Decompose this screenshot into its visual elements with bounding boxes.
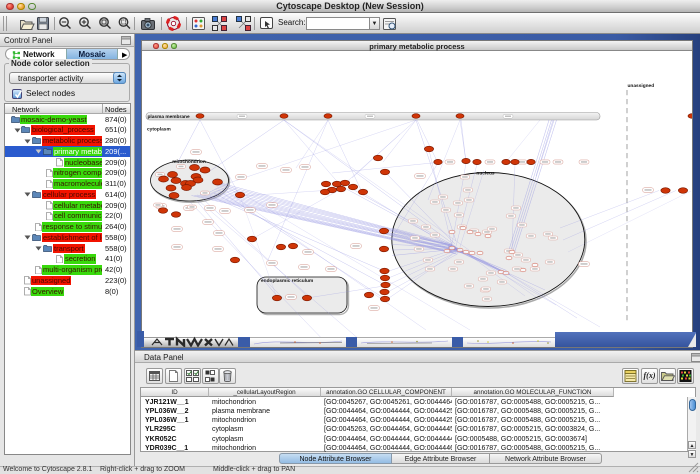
svg-text:unassigned: unassigned bbox=[628, 83, 655, 89]
svg-text:endoplasmic reticulum: endoplasmic reticulum bbox=[261, 278, 313, 284]
svg-text:nucleus: nucleus bbox=[476, 171, 494, 177]
svg-text:mitochondrion: mitochondrion bbox=[172, 159, 206, 165]
svg-text:plasma membrane: plasma membrane bbox=[148, 114, 190, 120]
svg-text:cytoplasm: cytoplasm bbox=[147, 127, 171, 133]
